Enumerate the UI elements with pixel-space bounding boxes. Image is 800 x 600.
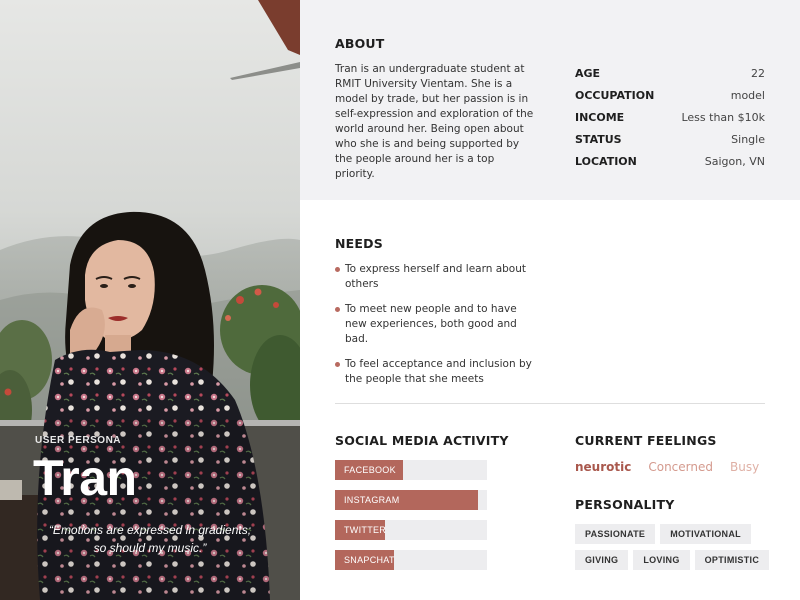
info-row-income: INCOME Less than $10k [575,106,765,128]
trait-row: PASSIONATE MOTIVATIONAL [575,524,775,544]
persona-photo [0,0,300,600]
needs-title: NEEDS [335,236,383,251]
persona-photo-panel: USER PERSONA Tran “Emotions are expresse… [0,0,300,600]
info-value: Saigon, VN [704,154,765,168]
info-row-status: STATUS Single [575,128,765,150]
trait-pill: MOTIVATIONAL [660,524,751,544]
about-title: ABOUT [335,36,385,51]
info-key: LOCATION [575,154,637,168]
social-bar-label: SNAPCHAT [344,555,395,565]
social-bar-twitter: TWITTER [335,520,487,540]
info-value: 22 [751,66,765,80]
info-key: OCCUPATION [575,88,655,102]
social-bar-facebook: FACEBOOK [335,460,487,480]
persona-quote-line-2: so should my music.” [93,541,207,555]
social-bar-label: TWITTER [344,525,387,535]
trait-pill: OPTIMISTIC [694,550,770,570]
trait-pill: PASSIONATE [575,524,656,544]
feeling-tag: neurotic [575,460,632,474]
persona-quote-line-1: “Emotions are expressed in gradients; [48,523,252,537]
persona-label: USER PERSONA [35,435,122,446]
needs-item-text: To meet new people and to have new exper… [345,303,517,345]
info-key: INCOME [575,110,625,124]
persona-name: Tran [33,450,137,506]
info-key: AGE [575,66,601,80]
needs-item-text: To express herself and learn about other… [345,263,527,290]
social-bar-snapchat: SNAPCHAT [335,550,487,570]
social-bar-instagram: INSTAGRAM [335,490,487,510]
bullet-dot [335,307,340,312]
feeling-tag: Busy [730,460,760,474]
info-value: Single [731,132,765,146]
info-table: AGE 22 OCCUPATION model INCOME Less than… [575,62,765,172]
needs-item-text: To feel acceptance and inclusion by the … [345,358,532,385]
trait-pill: GIVING [575,550,629,570]
feelings-list: neurotic Concerned Busy [575,460,759,474]
needs-list: To express herself and learn about other… [335,262,535,397]
about-section: ABOUT Tran is an undergraduate student a… [300,0,800,200]
info-row-occupation: OCCUPATION model [575,84,765,106]
persona-quote: “Emotions are expressed in gradients; so… [30,521,270,557]
social-bars: FACEBOOK INSTAGRAM TWITTER SNAPCHAT [335,460,487,580]
personality-traits: PASSIONATE MOTIVATIONAL GIVING LOVING OP… [575,524,775,576]
list-item: To meet new people and to have new exper… [335,302,535,347]
social-bar-label: INSTAGRAM [344,495,400,505]
info-row-location: LOCATION Saigon, VN [575,150,765,172]
info-key: STATUS [575,132,622,146]
section-divider [335,403,765,404]
about-text: Tran is an undergraduate student at RMIT… [335,63,534,180]
bullet-dot [335,362,340,367]
info-row-age: AGE 22 [575,62,765,84]
feeling-tag: Concerned [648,460,713,474]
feelings-title: CURRENT FEELINGS [575,433,717,448]
social-bar-label: FACEBOOK [344,465,396,475]
trait-pill: LOVING [633,550,690,570]
personality-title: PERSONALITY [575,497,675,512]
bullet-dot [335,267,340,272]
list-item: To express herself and learn about other… [335,262,535,292]
info-value: Less than $10k [681,110,765,124]
info-value: model [730,88,765,102]
social-title: SOCIAL MEDIA ACTIVITY [335,433,509,448]
list-item: To feel acceptance and inclusion by the … [335,357,535,387]
trait-row: GIVING LOVING OPTIMISTIC [575,550,775,570]
